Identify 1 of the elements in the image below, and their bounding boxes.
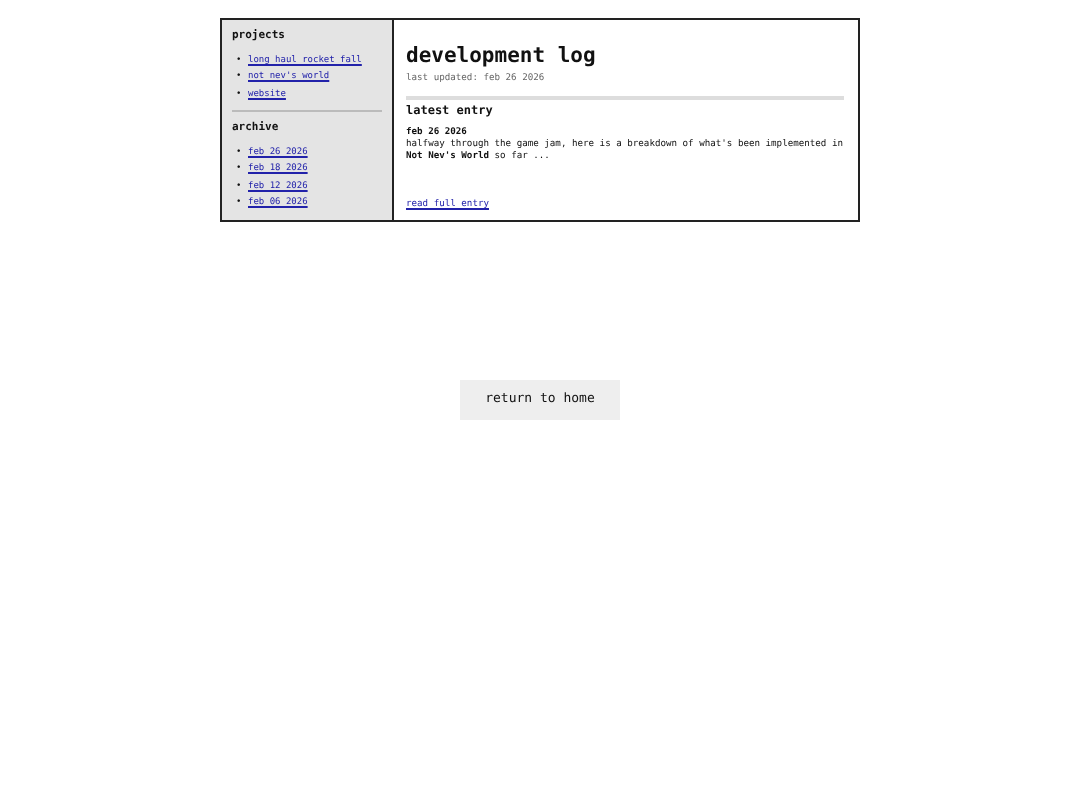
- page-title: development log: [406, 42, 598, 70]
